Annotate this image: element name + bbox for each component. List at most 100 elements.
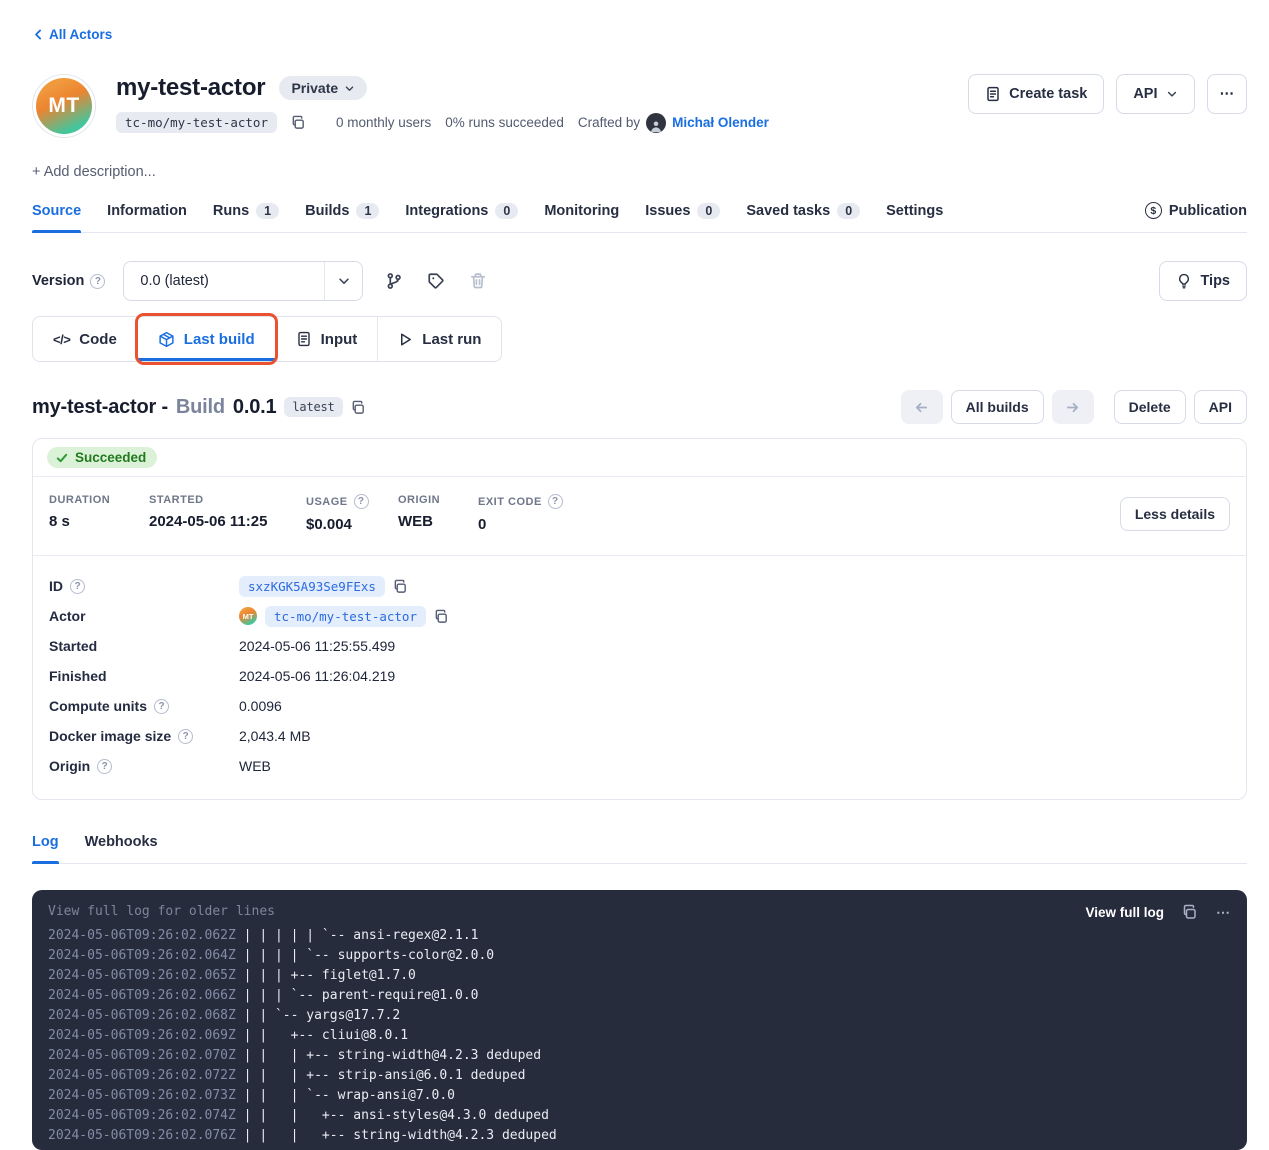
version-help-icon[interactable]: ? <box>90 274 105 289</box>
page-title: my-test-actor <box>116 74 265 102</box>
chevron-down-icon <box>1166 88 1178 100</box>
integrations-count-badge: 0 <box>495 203 518 219</box>
log-line: 2024-05-06T09:26:02.062Z | | | | | `-- a… <box>48 926 1231 946</box>
subtab-code[interactable]: </> Code <box>33 317 138 361</box>
all-builds-button[interactable]: All builds <box>951 390 1044 424</box>
tab-monitoring[interactable]: Monitoring <box>544 203 619 232</box>
stat-usage: USAGE ? $0.004 <box>306 494 398 533</box>
build-title: my-test-actor - Build 0.0.1 latest <box>32 396 366 419</box>
crafted-by: Crafted by Michał Olender <box>578 113 769 133</box>
copy-actor-icon[interactable] <box>434 609 449 624</box>
more-actions-button[interactable]: ⋯ <box>1207 74 1248 114</box>
less-details-button[interactable]: Less details <box>1120 497 1230 531</box>
copy-build-icon[interactable] <box>351 400 366 415</box>
status-badge: Succeeded <box>47 447 157 468</box>
detail-row-id: ID ? sxzKGK5A93Se9FExs <box>49 571 1230 601</box>
subtab-input[interactable]: Input <box>276 317 379 361</box>
log-terminal[interactable]: View full log for older lines View full … <box>32 890 1247 1150</box>
saved-tasks-count-badge: 0 <box>837 203 860 219</box>
build-header: my-test-actor - Build 0.0.1 latest All b… <box>32 390 1247 424</box>
stat-started: STARTED 2024-05-06 11:25 <box>149 494 306 530</box>
copy-log-icon[interactable] <box>1182 904 1198 920</box>
compute-units-help-icon[interactable]: ? <box>154 699 169 714</box>
tab-settings[interactable]: Settings <box>886 203 943 232</box>
log-line: 2024-05-06T09:26:02.072Z | | | +-- strip… <box>48 1066 1231 1086</box>
log-line: 2024-05-06T09:26:02.076Z | | | +-- strin… <box>48 1126 1231 1146</box>
detail-row-actor: Actor MT tc-mo/my-test-actor <box>49 601 1230 631</box>
id-help-icon[interactable]: ? <box>70 579 85 594</box>
origin-help-icon[interactable]: ? <box>97 759 112 774</box>
chevron-left-icon <box>32 28 45 41</box>
code-icon: </> <box>53 332 70 347</box>
tab-saved-tasks[interactable]: Saved tasks 0 <box>746 203 860 232</box>
actor-avatar: MT <box>32 74 96 138</box>
breadcrumb-label: All Actors <box>49 27 112 42</box>
detail-row-compute-units: Compute units ? 0.0096 <box>49 691 1230 721</box>
view-older-lines-link[interactable]: View full log for older lines <box>48 901 275 923</box>
stat-duration: DURATION 8 s <box>49 494 149 530</box>
copy-id-icon[interactable] <box>393 579 408 594</box>
tab-information[interactable]: Information <box>107 203 187 232</box>
main-tab-bar: Source Information Runs 1 Builds 1 Integ… <box>32 202 1247 233</box>
subtab-last-build[interactable]: Last build <box>138 317 276 361</box>
stat-origin: ORIGIN WEB <box>398 494 478 530</box>
build-api-button[interactable]: API <box>1194 390 1247 424</box>
log-more-icon[interactable]: ⋯ <box>1216 904 1231 921</box>
more-icon: ⋯ <box>1220 86 1235 102</box>
build-stats: DURATION 8 s STARTED 2024-05-06 11:25 US… <box>33 477 1246 555</box>
tab-source[interactable]: Source <box>32 203 81 232</box>
actor-header: MT my-test-actor Private tc-mo/my-test-a… <box>32 74 1247 138</box>
api-dropdown-button[interactable]: API <box>1116 74 1194 114</box>
package-icon <box>158 331 175 348</box>
detail-row-finished: Finished 2024-05-06 11:26:04.219 <box>49 661 1230 691</box>
create-task-button[interactable]: Create task <box>968 74 1104 114</box>
tab-runs[interactable]: Runs 1 <box>213 203 279 232</box>
log-line: 2024-05-06T09:26:02.068Z | | `-- yargs@1… <box>48 1006 1231 1026</box>
docker-image-size-help-icon[interactable]: ? <box>178 729 193 744</box>
actor-link-badge[interactable]: tc-mo/my-test-actor <box>265 606 426 627</box>
latest-badge: latest <box>284 397 342 417</box>
tab-integrations[interactable]: Integrations 0 <box>405 203 518 232</box>
delete-version-trash-icon <box>469 272 487 290</box>
document-icon <box>296 331 312 347</box>
tips-button[interactable]: Tips <box>1159 261 1247 301</box>
log-line: 2024-05-06T09:26:02.069Z | | +-- cliui@8… <box>48 1026 1231 1046</box>
delete-build-button[interactable]: Delete <box>1114 390 1186 424</box>
tab-builds[interactable]: Builds 1 <box>305 203 379 232</box>
visibility-dropdown[interactable]: Private <box>279 76 367 100</box>
publication-link[interactable]: $ Publication <box>1145 202 1247 232</box>
exit-code-help-icon[interactable]: ? <box>548 494 563 509</box>
add-description-link[interactable]: + Add description... <box>32 164 156 180</box>
git-branch-icon[interactable] <box>385 272 403 290</box>
detail-row-started: Started 2024-05-06 11:25:55.499 <box>49 631 1230 661</box>
tag-icon[interactable] <box>427 272 445 290</box>
subtab-last-run[interactable]: Last run <box>378 317 501 361</box>
next-build-button[interactable] <box>1052 390 1094 424</box>
tab-log[interactable]: Log <box>32 834 59 863</box>
usage-help-icon[interactable]: ? <box>354 494 369 509</box>
copy-slug-icon[interactable] <box>291 115 306 130</box>
build-card: Succeeded DURATION 8 s STARTED 2024-05-0… <box>32 438 1247 800</box>
stat-exit-code: EXIT CODE ? 0 <box>478 494 598 533</box>
breadcrumb-all-actors[interactable]: All Actors <box>32 27 112 42</box>
version-row: Version ? 0.0 (latest) <box>32 261 1247 301</box>
log-line: 2024-05-06T09:26:02.066Z | | | `-- paren… <box>48 986 1231 1006</box>
actor-slug-badge[interactable]: tc-mo/my-test-actor <box>116 112 277 133</box>
play-icon <box>398 332 413 347</box>
previous-build-button[interactable] <box>901 390 943 424</box>
tab-webhooks[interactable]: Webhooks <box>85 834 158 863</box>
view-full-log-button[interactable]: View full log <box>1085 905 1164 920</box>
monthly-users-stat: 0 monthly users <box>336 115 431 130</box>
lightbulb-icon <box>1176 273 1192 289</box>
tab-issues[interactable]: Issues 0 <box>645 203 720 232</box>
chevron-down-icon <box>324 262 362 300</box>
author-link[interactable]: Michał Olender <box>672 115 769 130</box>
author-avatar <box>646 113 666 133</box>
log-line: 2024-05-06T09:26:02.074Z | | | +-- ansi-… <box>48 1106 1231 1126</box>
log-tab-bar: Log Webhooks <box>32 834 1247 864</box>
build-id-badge[interactable]: sxzKGK5A93Se9FExs <box>239 576 385 597</box>
actor-mini-avatar: MT <box>239 607 257 625</box>
check-icon <box>56 452 68 464</box>
log-line: 2024-05-06T09:26:02.070Z | | | +-- strin… <box>48 1046 1231 1066</box>
version-select[interactable]: 0.0 (latest) <box>123 261 363 301</box>
